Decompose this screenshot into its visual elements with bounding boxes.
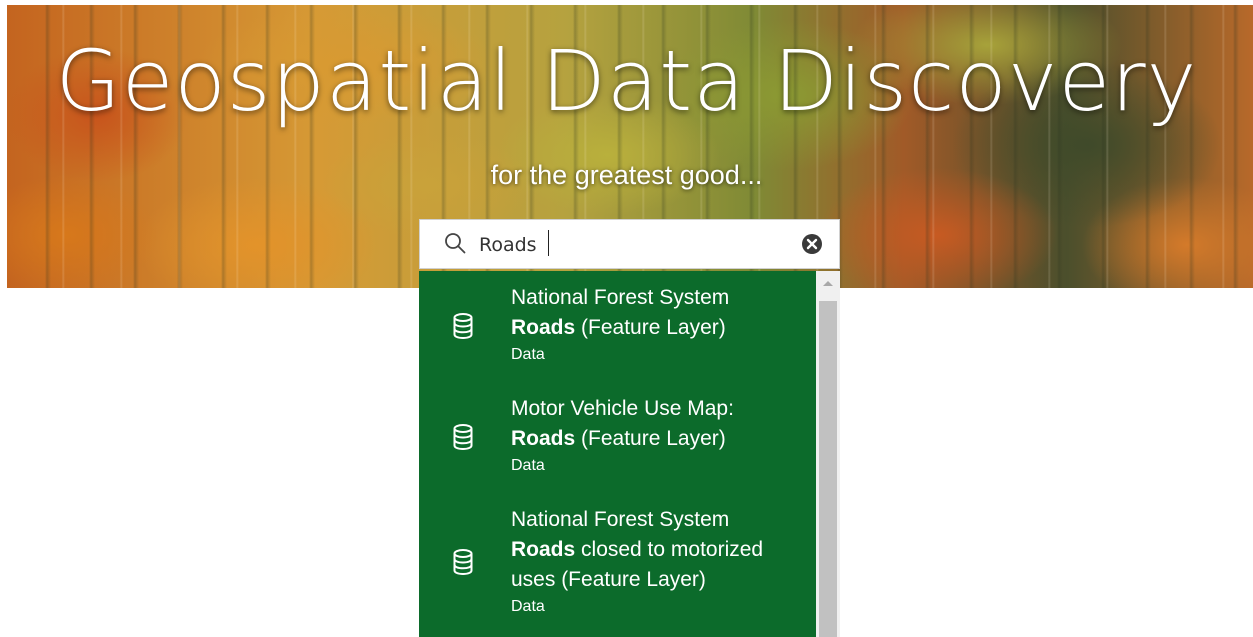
suggestion-title-line: Roads closed to motorized [511, 535, 811, 565]
suggestion-title-line: National Forest System [511, 508, 730, 531]
suggestion-item[interactable]: National Forest System Roads (Feature La… [419, 283, 816, 383]
search-box[interactable] [419, 219, 840, 269]
search-input[interactable] [479, 230, 779, 260]
suggestion-title-line: National Forest System [511, 286, 730, 309]
suggestion-text: Motor Vehicle Use Map: Roads (Feature La… [511, 394, 811, 476]
suggestion-title-line: Roads (Feature Layer) [511, 424, 811, 454]
hero-title: Geospatial Data Discovery [55, 32, 1198, 130]
suggestion-text: National Forest System Roads closed to m… [511, 505, 811, 617]
suggestion-text: National Forest System Roads (Feature La… [511, 283, 811, 365]
suggestion-title-rest: (Feature Layer) [575, 316, 726, 339]
database-icon [453, 313, 473, 339]
scrollbar-thumb[interactable] [819, 301, 837, 637]
suggestion-title-rest: (Feature Layer) [575, 427, 726, 450]
suggestion-type: Data [511, 598, 545, 615]
database-icon [453, 424, 473, 450]
database-icon [453, 549, 473, 575]
clear-search-icon[interactable] [800, 232, 824, 256]
suggestion-item[interactable]: Motor Vehicle Use Map: Roads (Feature La… [419, 394, 816, 494]
search-icon [445, 233, 466, 254]
search-suggestions-dropdown: National Forest System Roads (Feature La… [419, 271, 816, 637]
suggestion-title-line: uses (Feature Layer) [511, 568, 706, 591]
suggestion-type: Data [511, 346, 545, 363]
scroll-up-arrow-icon[interactable] [816, 271, 840, 297]
suggestion-match: Roads [511, 538, 576, 561]
suggestion-title-line: Roads (Feature Layer) [511, 313, 811, 343]
hero-subtitle: for the greatest good... [490, 160, 763, 190]
text-caret [548, 230, 549, 256]
suggestion-title-line: Motor Vehicle Use Map: [511, 397, 734, 420]
suggestion-match: Roads [511, 316, 576, 339]
suggestion-match: Roads [511, 427, 576, 450]
suggestion-title-rest: closed to motorized [575, 538, 764, 561]
suggestion-item[interactable]: National Forest System Roads closed to m… [419, 505, 816, 635]
suggestion-type: Data [511, 457, 545, 474]
dropdown-scrollbar[interactable] [816, 271, 840, 637]
